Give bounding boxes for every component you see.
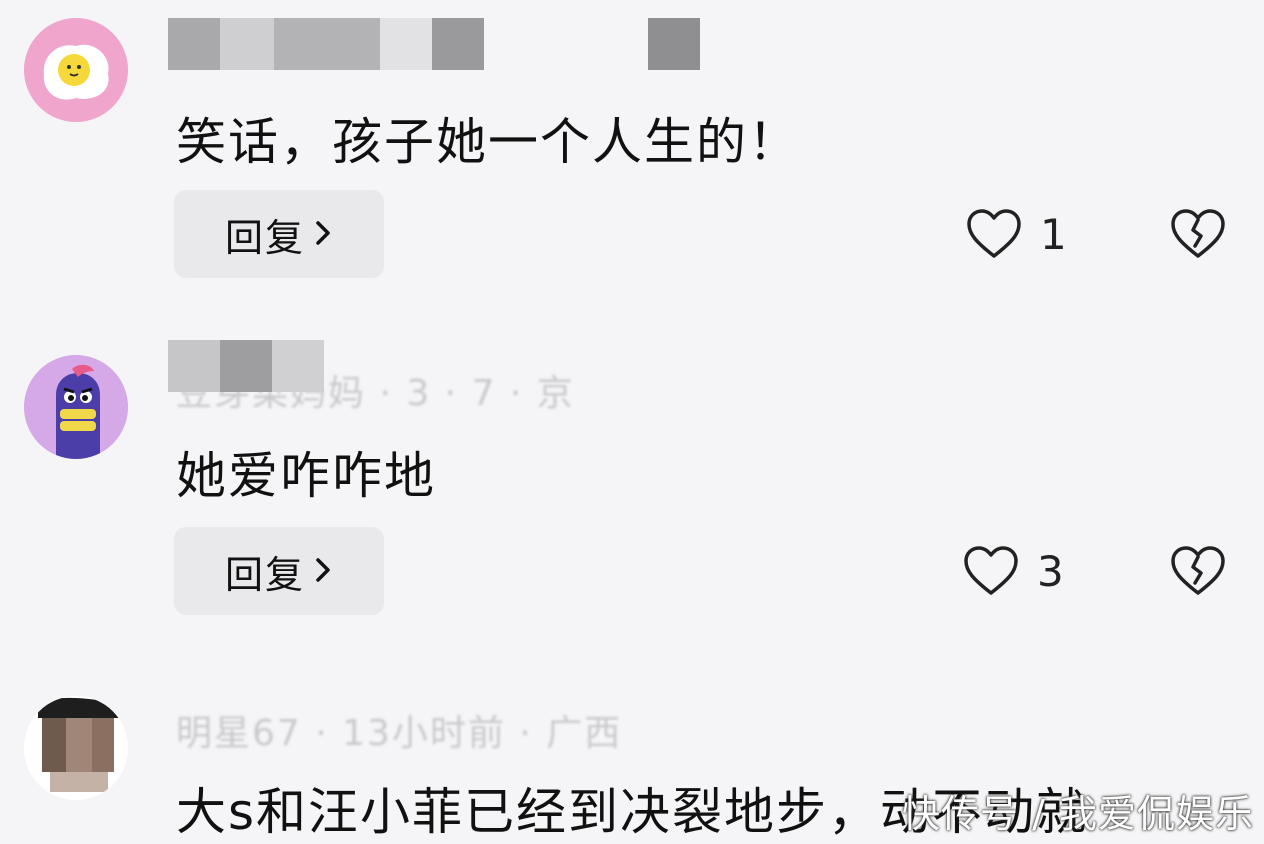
chevron-right-icon [313,212,333,256]
comment-text: 笑话，孩子她一个人生的！ [176,113,800,171]
broken-heart-icon [1171,546,1225,595]
like-count: 1 [1040,209,1067,259]
comment-meta: 明星67 · 13小时前 · 广西 [176,713,623,754]
like-control[interactable]: 1 [966,208,1067,260]
reply-button[interactable]: 回复 [174,527,384,615]
comment-text: 她爱咋咋地 [176,447,436,505]
fried-egg-icon [24,18,128,122]
username-redacted [168,340,324,392]
heart-icon [967,209,1021,258]
dislike-button[interactable] [1170,208,1226,264]
heart-icon [964,546,1018,595]
chevron-right-icon [313,549,333,593]
person-photo-icon [24,696,128,800]
username-redacted [168,18,700,70]
watermark: 快传号 / 我爱侃娱乐 [902,792,1254,836]
like-control[interactable]: 3 [963,545,1064,597]
reply-label: 回复 [224,215,305,260]
broken-heart-icon [1171,209,1225,258]
reply-button[interactable]: 回复 [174,190,384,278]
dislike-button[interactable] [1170,545,1226,601]
avatar[interactable] [24,355,128,459]
avatar[interactable] [24,696,128,800]
purple-monster-icon [24,355,128,459]
like-count: 3 [1037,546,1064,596]
avatar[interactable] [24,18,128,122]
reply-label: 回复 [224,552,305,597]
